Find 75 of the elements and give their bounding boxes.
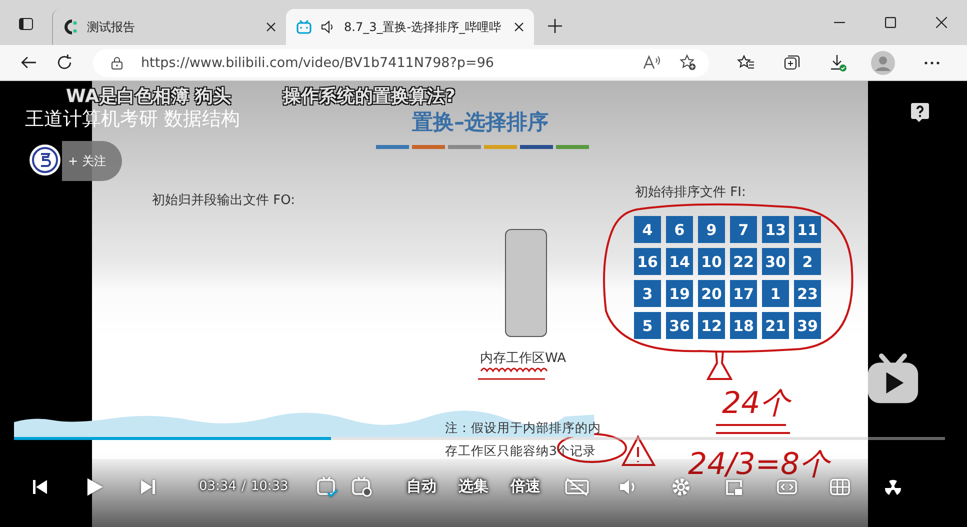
favorites-icon[interactable] — [737, 54, 755, 72]
record-cell: 30 — [762, 248, 789, 275]
danmaku-settings-icon[interactable] — [351, 476, 374, 498]
url-text: https://www.bilibili.com/video/BV1b7411N798?p=96 — [141, 54, 494, 70]
close-icon[interactable] — [514, 22, 524, 32]
duration: 10:33 — [250, 479, 288, 494]
browser-tab[interactable]: 8.7_3_置换-选择排序_哔哩哔 — [286, 9, 534, 45]
close-icon[interactable] — [936, 17, 947, 28]
ink-underline — [476, 365, 548, 381]
profile-avatar-icon[interactable] — [871, 50, 895, 74]
back-icon[interactable] — [20, 54, 37, 71]
tab-title: 测试报告 — [87, 18, 136, 36]
tab-actions-icon[interactable] — [18, 16, 34, 32]
record-cell: 13 — [762, 216, 789, 243]
record-cell: 18 — [730, 312, 757, 339]
tab-title: 8.7_3_置换-选择排序_哔哩哔 — [344, 18, 502, 36]
help-icon[interactable] — [910, 102, 930, 122]
record-cell: 5 — [634, 312, 661, 339]
color-bar — [412, 145, 445, 148]
note-text: 注：假设用于内部排序的内 — [445, 420, 601, 437]
color-bar — [448, 145, 481, 148]
read-aloud-icon[interactable] — [643, 54, 661, 71]
address-field[interactable]: https://www.bilibili.com/video/BV1b7411N798?p=96 — [93, 48, 709, 76]
record-cell: 23 — [794, 280, 821, 307]
follow-button[interactable]: + 关注 — [62, 141, 122, 181]
uploader-avatar-icon[interactable] — [29, 144, 61, 176]
handwritten-note: 24/3=8个 — [688, 446, 830, 484]
record-cell: 19 — [666, 280, 693, 307]
record-cell: 11 — [794, 216, 821, 243]
record-cell: 22 — [730, 248, 757, 275]
danmaku-toggle-icon[interactable] — [316, 476, 338, 498]
ink-circle — [556, 432, 628, 464]
lock-icon — [111, 56, 123, 70]
refresh-icon[interactable] — [56, 54, 73, 71]
tv-icon — [296, 19, 312, 35]
site-logo-icon — [63, 19, 79, 35]
maximize-icon[interactable] — [885, 17, 896, 28]
star-plus-icon[interactable] — [679, 54, 697, 71]
record-cell: 16 — [634, 248, 661, 275]
work-area-label: 内存工作区WA — [480, 350, 566, 367]
danmaku-comment: 操作系统的置换算法? — [283, 84, 456, 108]
record-cell: 12 — [698, 312, 725, 339]
color-bar — [556, 145, 589, 148]
color-bar — [376, 145, 409, 148]
time-separator: / — [241, 479, 246, 494]
color-bar — [484, 145, 517, 148]
progress-track[interactable] — [14, 437, 945, 440]
record-cell: 7 — [730, 216, 757, 243]
collections-icon[interactable] — [783, 54, 801, 72]
tv-play-icon[interactable] — [866, 353, 920, 405]
record-cell: 3 — [634, 280, 661, 307]
input-label: 初始待排序文件 FI: — [635, 184, 746, 201]
record-cell: 39 — [794, 312, 821, 339]
download-icon[interactable] — [829, 54, 847, 72]
color-bar — [520, 145, 553, 148]
record-cell: 4 — [634, 216, 661, 243]
record-cell: 14 — [666, 248, 693, 275]
record-cell: 2 — [794, 248, 821, 275]
fullscreen-icon[interactable] — [830, 476, 850, 496]
record-cell: 36 — [666, 312, 693, 339]
handwritten-note: 24个 — [722, 385, 790, 423]
record-cell: 10 — [698, 248, 725, 275]
warning-icon — [620, 434, 657, 468]
settings-icon[interactable] — [671, 476, 692, 496]
record-cell: 6 — [666, 216, 693, 243]
record-cell: 1 — [762, 280, 789, 307]
new-tab-icon[interactable] — [548, 19, 562, 33]
current-time: 03:34 — [199, 479, 236, 494]
record-cell: 9 — [698, 216, 725, 243]
output-label: 初始归并段输出文件 FO: — [152, 192, 295, 209]
record-cell: 21 — [762, 312, 789, 339]
record-cell: 20 — [698, 280, 725, 307]
record-cell: 17 — [730, 280, 757, 307]
slide-title: 置换–选择排序 — [412, 109, 548, 136]
close-icon[interactable] — [266, 22, 276, 32]
